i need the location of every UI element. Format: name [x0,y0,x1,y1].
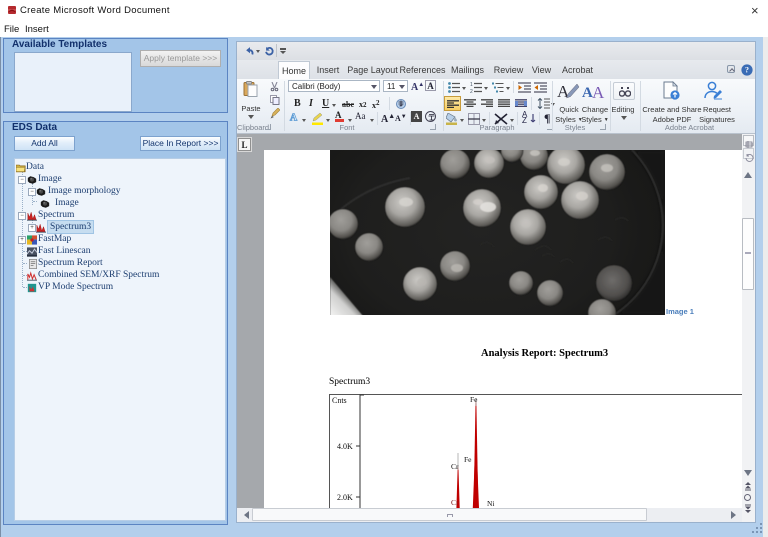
svg-text:Fe: Fe [464,455,472,464]
svg-text:Cnts: Cnts [332,396,347,405]
svg-text:A: A [557,82,570,101]
svg-text:2: 2 [470,89,473,93]
svg-text:4.0K: 4.0K [337,442,353,451]
svg-text:?: ? [745,66,749,75]
svg-text:Cr: Cr [451,462,459,471]
svg-text:A: A [592,83,605,101]
svg-text:2.0K: 2.0K [337,493,353,502]
svg-text:Cr: Cr [451,498,459,507]
svg-text:1: 1 [470,82,473,88]
svg-text:Fe: Fe [470,395,478,404]
svg-text:A: A [290,113,298,123]
svg-text:Ni: Ni [487,499,495,508]
